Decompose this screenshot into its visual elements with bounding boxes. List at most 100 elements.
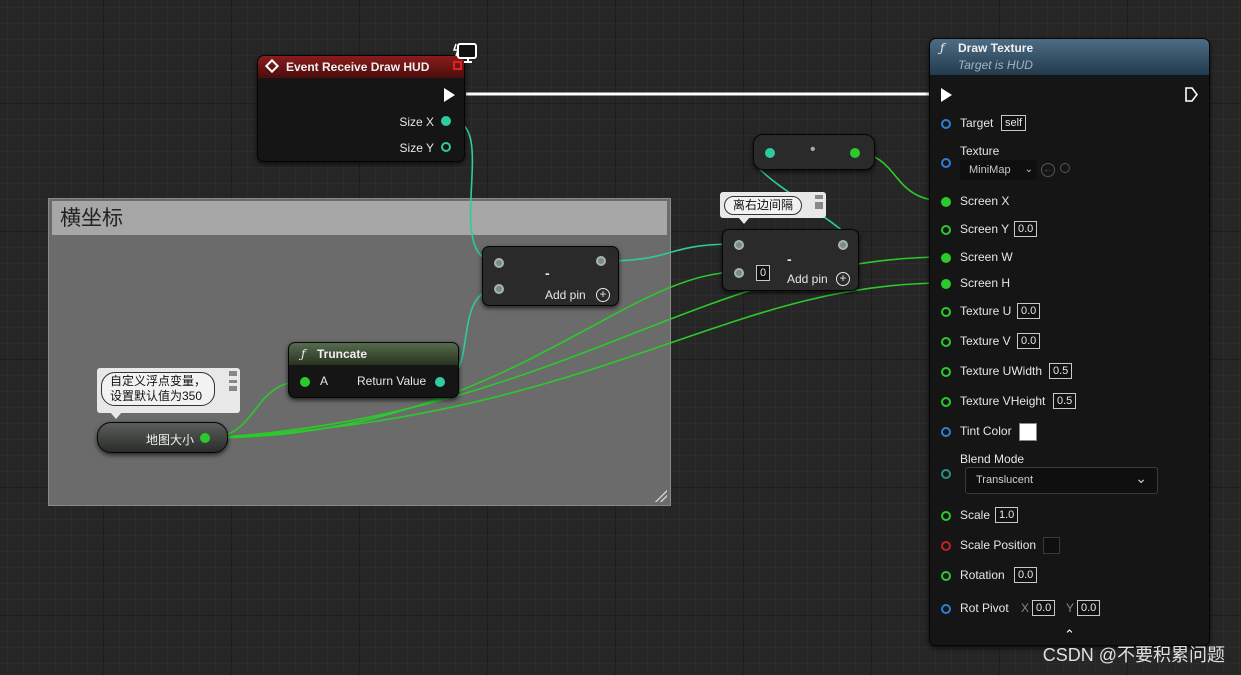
event-receive-draw-hud-node[interactable]: Event Receive Draw HUD Size X Size Y xyxy=(257,55,465,162)
scale-pin[interactable] xyxy=(941,511,951,521)
sub2-a-pin[interactable] xyxy=(734,240,744,250)
sub2-comment-text: 离右边间隔 xyxy=(724,196,803,215)
truncate-title: Truncate xyxy=(317,347,368,361)
truncate-node[interactable]: ƒ Truncate A Return Value xyxy=(288,342,459,398)
texture-pin[interactable] xyxy=(941,158,951,168)
variable-getter-node[interactable]: 地图大小 xyxy=(97,422,228,453)
sub1-out-wire xyxy=(601,243,739,262)
target-label: Target xyxy=(960,116,994,130)
sub1-b-pin[interactable] xyxy=(494,284,504,294)
size-y-label: Size Y xyxy=(399,141,434,155)
truncate-return-pin[interactable] xyxy=(435,377,445,387)
tint-color-pin[interactable] xyxy=(941,427,951,437)
texture-label: Texture xyxy=(960,144,1000,158)
sub1-a-pin[interactable] xyxy=(494,258,504,268)
scale-label: Scale xyxy=(960,508,991,522)
blend-mode-label: Blend Mode xyxy=(960,452,1025,466)
add-pin-icon[interactable]: + xyxy=(596,288,610,302)
screen-h-pin[interactable] xyxy=(941,279,951,289)
texture-value: MiniMap xyxy=(969,164,1011,176)
screen-y-value[interactable]: 0.0 xyxy=(1014,221,1038,237)
texture-vheight-pin[interactable] xyxy=(941,397,951,407)
screen-w-pin[interactable] xyxy=(941,253,951,263)
texture-v-pin[interactable] xyxy=(941,337,951,347)
variable-out-pin[interactable] xyxy=(200,433,210,443)
blend-mode-pin[interactable] xyxy=(941,469,951,479)
size-x-pin[interactable] xyxy=(441,116,451,126)
texture-u-value[interactable]: 0.0 xyxy=(1017,303,1041,319)
texture-asset-picker[interactable]: MiniMap ⌄ xyxy=(960,160,1037,180)
function-icon: ƒ xyxy=(940,41,945,55)
screen-x-label: Screen X xyxy=(960,194,1010,208)
draw-texture-subtitle: Target is HUD xyxy=(958,58,1033,72)
event-node-title: Event Receive Draw HUD xyxy=(286,60,430,74)
blend-mode-value: Translucent xyxy=(976,474,1034,486)
texture-uwidth-pin[interactable] xyxy=(941,367,951,377)
texture-u-pin[interactable] xyxy=(941,307,951,317)
conversion-dot: • xyxy=(810,141,816,158)
rot-pivot-x-value[interactable]: 0.0 xyxy=(1032,600,1056,616)
function-icon: ƒ xyxy=(301,347,306,361)
conversion-node[interactable]: • xyxy=(753,134,875,170)
conversion-out-pin[interactable] xyxy=(850,148,860,158)
blend-mode-dropdown[interactable]: Translucent ⌄ xyxy=(965,467,1158,494)
exec-out-pin[interactable] xyxy=(1185,87,1199,102)
draw-texture-node[interactable]: ƒ Draw Texture Target is HUD Target self… xyxy=(929,38,1210,646)
tint-color-label: Tint Color xyxy=(960,424,1012,438)
pin-comment-icon[interactable] xyxy=(815,195,823,209)
variable-comment-line2: 设置默认值为350 xyxy=(110,389,203,403)
sub2-out-pin[interactable] xyxy=(838,240,848,250)
sub2-add-pin-label[interactable]: Add pin xyxy=(787,272,828,286)
variable-comment-line1: 自定义浮点变量， xyxy=(110,374,207,388)
target-pin[interactable] xyxy=(941,119,951,129)
event-node-header[interactable]: Event Receive Draw HUD xyxy=(258,56,464,78)
rotation-value[interactable]: 0.0 xyxy=(1014,567,1038,583)
truncate-return-label: Return Value xyxy=(357,374,427,388)
rot-pivot-y-value[interactable]: 0.0 xyxy=(1077,600,1101,616)
scale-position-label: Scale Position xyxy=(960,538,1037,552)
conversion-in-pin[interactable] xyxy=(765,148,775,158)
search-icon[interactable] xyxy=(1060,163,1070,173)
watermark: CSDN @不要积累问题 xyxy=(1042,645,1225,665)
sub2-b-value[interactable]: 0 xyxy=(756,265,771,281)
variable-comment-bubble[interactable]: 自定义浮点变量， 设置默认值为350 xyxy=(97,368,240,413)
tint-color-swatch[interactable] xyxy=(1019,423,1037,441)
texture-u-label: Texture U xyxy=(960,304,1012,318)
rotation-pin[interactable] xyxy=(941,571,951,581)
subtract-node-1[interactable]: - Add pin + xyxy=(482,246,619,306)
pin-comment-icon[interactable] xyxy=(229,371,237,391)
target-value[interactable]: self xyxy=(1001,115,1027,131)
screen-x-pin[interactable] xyxy=(941,197,951,207)
variable-comment-text: 自定义浮点变量， 设置默认值为350 xyxy=(101,372,216,406)
event-diamond-icon xyxy=(264,58,280,74)
truncate-a-pin[interactable] xyxy=(300,377,310,387)
add-pin-icon[interactable]: + xyxy=(836,272,850,286)
sub2-comment-bubble[interactable]: 离右边间隔 xyxy=(720,192,826,218)
sub2-b-pin[interactable] xyxy=(734,268,744,278)
texture-v-value[interactable]: 0.0 xyxy=(1017,333,1041,349)
texture-vheight-value[interactable]: 0.5 xyxy=(1053,393,1077,409)
subtract-node-2[interactable]: 0 - Add pin + xyxy=(722,229,859,291)
draw-texture-header[interactable]: ƒ Draw Texture Target is HUD xyxy=(930,39,1209,75)
rot-pivot-pin[interactable] xyxy=(941,604,951,614)
rot-pivot-y-label: Y xyxy=(1066,601,1075,615)
texture-uwidth-label: Texture UWidth xyxy=(960,364,1043,378)
sub1-operator: - xyxy=(545,265,550,281)
screen-y-label: Screen Y xyxy=(960,222,1010,236)
exec-out-pin[interactable] xyxy=(444,88,455,102)
variable-bubble-tail xyxy=(110,412,122,419)
texture-uwidth-value[interactable]: 0.5 xyxy=(1049,363,1073,379)
sub1-out-pin[interactable] xyxy=(596,256,606,266)
scale-position-pin[interactable] xyxy=(941,541,951,551)
exec-in-pin[interactable] xyxy=(941,88,952,102)
size-y-pin[interactable] xyxy=(441,142,451,152)
size-x-label: Size X xyxy=(399,115,434,129)
use-selected-asset-icon[interactable]: ← xyxy=(1041,163,1055,177)
rot-pivot-label: Rot Pivot xyxy=(960,601,1009,615)
screen-y-pin[interactable] xyxy=(941,225,951,235)
truncate-node-header[interactable]: ƒ Truncate xyxy=(289,343,458,365)
scale-position-checkbox[interactable] xyxy=(1043,537,1060,554)
sub2-bubble-tail xyxy=(738,217,750,224)
sub1-add-pin-label[interactable]: Add pin xyxy=(545,288,586,302)
scale-value[interactable]: 1.0 xyxy=(995,507,1019,523)
